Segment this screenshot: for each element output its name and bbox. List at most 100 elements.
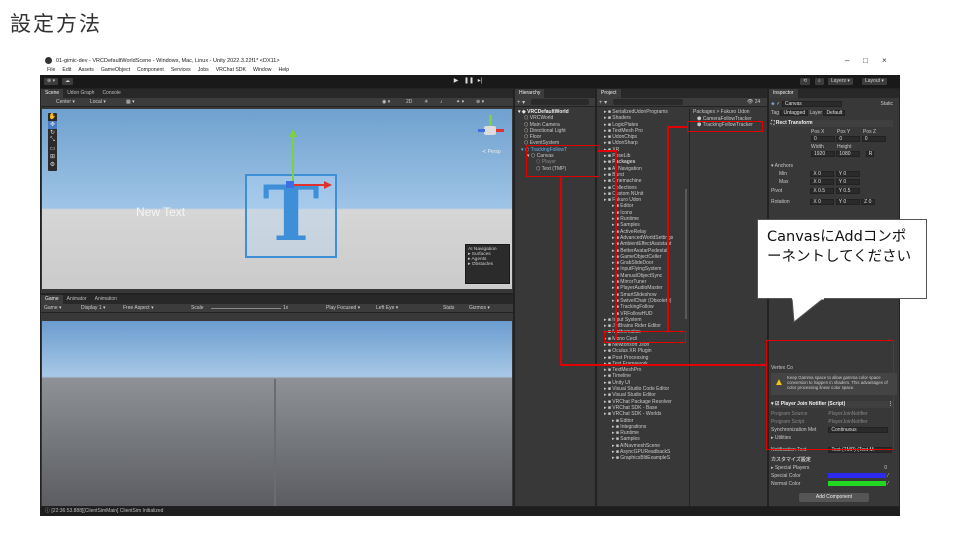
layers-dropdown[interactable]: Layers ▾ [828, 78, 853, 85]
2d-toggle[interactable]: 2D [403, 99, 416, 106]
x-axis-arrow-icon[interactable] [324, 181, 332, 189]
play-focused-dropdown[interactable]: Play Focused ▾ [326, 304, 360, 313]
stats-button[interactable]: Stats [443, 304, 454, 313]
scale-slider[interactable] [211, 308, 281, 309]
tab-inspector[interactable]: Inspector [769, 89, 798, 98]
status-text[interactable]: [22:36:53.888][ClientSimMain] ClientSim … [51, 508, 163, 514]
menu-file[interactable]: File [47, 67, 55, 73]
menu-edit[interactable]: Edit [62, 67, 71, 73]
menu-help[interactable]: Help [278, 67, 289, 73]
anchor-max-y-field[interactable]: Y 0 [835, 179, 860, 185]
persp-label[interactable]: ≺ Persp [482, 149, 501, 155]
move-tool-icon[interactable]: ✥ [48, 121, 57, 129]
menu-gameobject[interactable]: GameObject [101, 67, 130, 73]
width-field[interactable]: 1920 [811, 151, 835, 157]
scene-new-text[interactable]: New Text [136, 205, 185, 219]
menu-jobs[interactable]: Jobs [198, 67, 209, 73]
rotation-y-field[interactable]: Y 0 [835, 199, 860, 205]
account-button[interactable]: ⊕ ▾ [44, 78, 59, 85]
pos-y-field[interactable]: 0 [836, 136, 861, 142]
z-axis-handle[interactable] [286, 181, 294, 188]
layer-dropdown[interactable]: Default [823, 110, 846, 116]
tab-game[interactable]: Game [41, 295, 63, 304]
x-axis-handle[interactable] [292, 184, 326, 186]
tab-hierarchy[interactable]: Hierarchy [515, 89, 545, 98]
project-folder-item[interactable]: ▸ ■ GraphicsBlitExampleS [600, 455, 688, 461]
scale-tool-icon[interactable]: ⤡ [48, 137, 57, 145]
game-dropdown[interactable]: Game ▾ [44, 304, 62, 313]
tab-project[interactable]: Project [597, 89, 621, 98]
eyedropper-icon[interactable]: ⁄ [888, 481, 889, 487]
project-splitter[interactable] [689, 109, 690, 506]
tab-scene[interactable]: Scene [41, 89, 64, 98]
project-search-input[interactable] [613, 99, 683, 105]
pos-x-field[interactable]: 0 [811, 136, 835, 142]
anchor-max-x-field[interactable]: X 0 [810, 179, 835, 185]
snap-button[interactable]: ▦ ▾ [123, 99, 138, 106]
project-add-button[interactable]: + ▾ [599, 99, 607, 106]
blueprint-button[interactable]: R [865, 151, 874, 157]
hand-tool-icon[interactable]: ✋ [48, 113, 57, 121]
project-breadcrumb[interactable]: Packages > Fukuro Udon [693, 109, 750, 115]
rotation-z-field[interactable]: Z 0 [861, 199, 876, 205]
lighting-toggle[interactable]: ☀ [421, 99, 432, 106]
cloud-icon[interactable]: ☁ [62, 78, 73, 85]
menu-component[interactable]: Component [137, 67, 164, 73]
search-icon[interactable]: ⌕ [815, 78, 824, 85]
rect-tool-icon[interactable]: ▭ [48, 145, 57, 153]
tab-animation[interactable]: Animation [91, 295, 121, 304]
active-toggle[interactable]: ✓ [776, 101, 780, 107]
gizmos-button[interactable]: Gizmos ▾ [469, 304, 490, 313]
ai-nav-obstacles[interactable]: ▸ Obstacles [468, 262, 507, 267]
tab-animator[interactable]: Animator [63, 295, 91, 304]
aspect-dropdown[interactable]: Free Aspect ▾ [123, 304, 154, 313]
hierarchy-add-button[interactable]: + ▾ [517, 99, 525, 106]
tab-console[interactable]: Console [98, 89, 124, 98]
scene-viewport[interactable]: ✋ ✥ ↻ ⤡ ▭ ⊞ ⚙ New Text T ≺ Persp AI Navi… [42, 109, 512, 289]
tag-dropdown[interactable]: Untagged [780, 110, 809, 116]
effects-toggle[interactable]: ✦ ▾ [453, 99, 468, 106]
pivot-x-field[interactable]: X 0.5 [810, 188, 835, 194]
static-toggle[interactable]: Static [880, 101, 893, 108]
audio-toggle[interactable]: ♪ [437, 99, 446, 106]
transform-tool-icon[interactable]: ⊞ [48, 153, 57, 161]
orientation-gizmo[interactable] [476, 115, 506, 145]
layout-dropdown[interactable]: Layout ▾ [862, 78, 887, 85]
game-viewport[interactable] [42, 321, 512, 506]
menu-vrchat-sdk[interactable]: VRChat SDK [216, 67, 246, 73]
gizmos-dropdown[interactable]: ⊕ ▾ [473, 99, 488, 106]
rotate-tool-icon[interactable]: ↻ [48, 129, 57, 137]
hierarchy-search-input[interactable] [531, 99, 589, 105]
minimize-icon[interactable]: – [845, 56, 849, 65]
anchor-min-x-field[interactable]: X 0 [810, 171, 835, 177]
tab-udon-graph[interactable]: Udon Graph [63, 89, 98, 98]
rect-transform-header[interactable]: ⛶ Rect Transform [771, 120, 893, 127]
height-field[interactable]: 1080 [836, 151, 861, 157]
close-icon[interactable]: × [882, 56, 887, 65]
special-color-swatch[interactable] [828, 473, 887, 479]
menu-window[interactable]: Window [253, 67, 271, 73]
anchors-header[interactable]: ▾ Anchors [771, 163, 893, 170]
menu-assets[interactable]: Assets [78, 67, 94, 73]
history-icon[interactable]: ⟲ [800, 78, 811, 85]
play-button[interactable]: ▶ [452, 78, 460, 85]
draw-mode-button[interactable]: ◉ ▾ [379, 99, 394, 106]
maximize-icon[interactable]: □ [863, 56, 868, 65]
normal-color-swatch[interactable] [828, 481, 887, 487]
display-dropdown[interactable]: Display 1 ▾ [81, 304, 105, 313]
y-axis-handle[interactable] [292, 136, 294, 184]
pos-z-field[interactable]: 0 [861, 136, 886, 142]
pause-button[interactable]: ❚❚ [464, 78, 474, 85]
eye-dropdown[interactable]: Left Eye ▾ [376, 304, 398, 313]
y-axis-arrow-icon[interactable] [289, 129, 297, 137]
anchor-min-y-field[interactable]: Y 0 [835, 171, 860, 177]
step-button[interactable]: ▸| [476, 78, 484, 85]
custom-tool-icon[interactable]: ⚙ [48, 161, 57, 169]
project-scrollbar[interactable] [685, 189, 687, 319]
menu-services[interactable]: Services [171, 67, 191, 73]
rotation-x-field[interactable]: X 0 [810, 199, 835, 205]
add-component-button[interactable]: Add Component [799, 493, 869, 502]
special-players-row[interactable]: ▸ Special Players 0 [771, 465, 893, 472]
pivot-y-field[interactable]: Y 0.5 [835, 188, 860, 194]
object-name-field[interactable]: Canvas [781, 101, 842, 107]
